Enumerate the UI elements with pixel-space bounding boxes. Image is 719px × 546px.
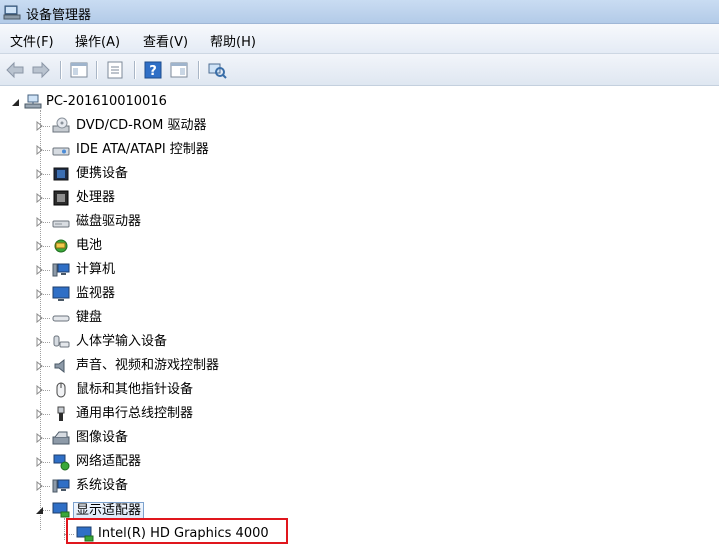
tree-item-network[interactable]: 网络适配器 (0, 450, 400, 474)
keyboard-icon (52, 315, 70, 322)
mouse-icon (56, 382, 66, 398)
dvd-drive-icon (52, 117, 70, 133)
tree-item-label: 计算机 (76, 262, 116, 277)
scan-hardware-icon[interactable] (206, 59, 228, 81)
expand-triangle-icon[interactable] (35, 193, 44, 203)
expand-triangle-icon[interactable] (35, 457, 44, 467)
tree-root[interactable]: PC-201610010016 (0, 90, 300, 114)
expand-triangle-icon[interactable] (35, 337, 44, 347)
help-icon[interactable]: ? (142, 59, 164, 81)
export-list-icon[interactable] (168, 59, 190, 81)
tree-item-label: 通用串行总线控制器 (76, 406, 194, 421)
tree-item-processor[interactable]: 处理器 (0, 186, 400, 210)
menu-view[interactable]: 查看(V) (143, 31, 188, 50)
computer-icon (52, 263, 70, 277)
expand-triangle-icon[interactable] (35, 289, 44, 299)
highlight-box (66, 518, 288, 544)
tree-item-label: 键盘 (76, 310, 103, 325)
expand-triangle-icon[interactable] (35, 169, 44, 179)
menu-action[interactable]: 操作(A) (75, 31, 120, 50)
tree-item-system[interactable]: 系统设备 (0, 474, 400, 498)
battery-icon (54, 239, 68, 253)
tree-item-label: 系统设备 (76, 478, 129, 493)
tree-item-monitor[interactable]: 监视器 (0, 282, 400, 306)
expand-triangle-icon[interactable] (35, 481, 44, 491)
computer-network-icon (24, 94, 42, 109)
title-bar: 设备管理器 (0, 0, 719, 24)
forward-arrow-icon[interactable] (30, 59, 52, 81)
svg-text:?: ? (149, 64, 157, 79)
toolbar-separator (198, 61, 199, 79)
toolbar-separator (134, 61, 135, 79)
collapse-triangle-icon[interactable] (35, 505, 44, 515)
menu-bar: 文件(F) 操作(A) 查看(V) 帮助(H) (0, 24, 719, 54)
sound-icon (54, 358, 65, 374)
window-title: 设备管理器 (26, 8, 92, 23)
expand-triangle-icon[interactable] (35, 145, 44, 155)
tree-root-label: PC-201610010016 (46, 94, 167, 109)
tree-item-hid[interactable]: 人体学输入设备 (0, 330, 400, 354)
tree-item-sound[interactable]: 声音、视频和游戏控制器 (0, 354, 400, 378)
tree-item-keyboard[interactable]: 键盘 (0, 306, 400, 330)
tree-item-label: 处理器 (76, 190, 116, 205)
device-tree: PC-201610010016 DVD/CD-ROM 驱动器 IDE ATA/A… (0, 86, 719, 542)
tree-item-label: 声音、视频和游戏控制器 (76, 358, 220, 373)
tree-item-battery[interactable]: 电池 (0, 234, 400, 258)
tree-item-disk[interactable]: 磁盘驱动器 (0, 210, 400, 234)
properties-icon[interactable] (104, 59, 126, 81)
expand-triangle-icon[interactable] (35, 217, 44, 227)
tree-item-ide[interactable]: IDE ATA/ATAPI 控制器 (0, 138, 400, 162)
menu-help[interactable]: 帮助(H) (210, 31, 256, 50)
toolbar-separator (60, 61, 61, 79)
tree-item-label: 电池 (76, 238, 103, 253)
expand-triangle-icon[interactable] (35, 313, 44, 323)
ide-controller-icon (52, 147, 70, 156)
tree-item-label: 网络适配器 (76, 454, 142, 469)
tree-item-usb[interactable]: 通用串行总线控制器 (0, 402, 400, 426)
tree-item-label: DVD/CD-ROM 驱动器 (76, 118, 207, 133)
expand-triangle-icon[interactable] (35, 409, 44, 419)
tree-item-imaging[interactable]: 图像设备 (0, 426, 400, 450)
display-adapter-icon (52, 502, 70, 518)
tree-item-dvd[interactable]: DVD/CD-ROM 驱动器 (0, 114, 400, 138)
expand-triangle-icon[interactable] (35, 385, 44, 395)
monitor-icon (52, 286, 70, 301)
tree-item-computer[interactable]: 计算机 (0, 258, 400, 282)
device-manager-icon (3, 5, 21, 20)
tree-item-label: 鼠标和其他指针设备 (76, 382, 194, 397)
hid-icon (53, 335, 70, 348)
collapse-triangle-icon[interactable] (11, 97, 20, 107)
usb-icon (57, 406, 65, 421)
expand-triangle-icon[interactable] (35, 241, 44, 251)
toolbar-separator (96, 61, 97, 79)
tree-item-label: 图像设备 (76, 430, 129, 445)
tree-item-label: 监视器 (76, 286, 116, 301)
expand-triangle-icon[interactable] (35, 121, 44, 131)
network-adapter-icon (53, 454, 70, 471)
processor-icon (53, 190, 69, 206)
show-hide-console-tree-icon[interactable] (68, 59, 90, 81)
back-arrow-icon[interactable] (4, 59, 26, 81)
tree-item-mouse[interactable]: 鼠标和其他指针设备 (0, 378, 400, 402)
imaging-device-icon (52, 431, 70, 445)
menu-file[interactable]: 文件(F) (10, 31, 54, 50)
tree-item-portable[interactable]: 便携设备 (0, 162, 400, 186)
expand-triangle-icon[interactable] (35, 265, 44, 275)
tree-item-label: IDE ATA/ATAPI 控制器 (76, 142, 209, 157)
tree-item-label: 人体学输入设备 (76, 334, 168, 349)
system-device-icon (52, 479, 70, 493)
expand-triangle-icon[interactable] (35, 433, 44, 443)
disk-drive-icon (52, 220, 70, 228)
tree-item-label: 便携设备 (76, 166, 129, 181)
tree-item-label: 磁盘驱动器 (76, 214, 142, 229)
portable-device-icon (53, 167, 69, 181)
toolbar: ? (0, 54, 719, 86)
expand-triangle-icon[interactable] (35, 361, 44, 371)
